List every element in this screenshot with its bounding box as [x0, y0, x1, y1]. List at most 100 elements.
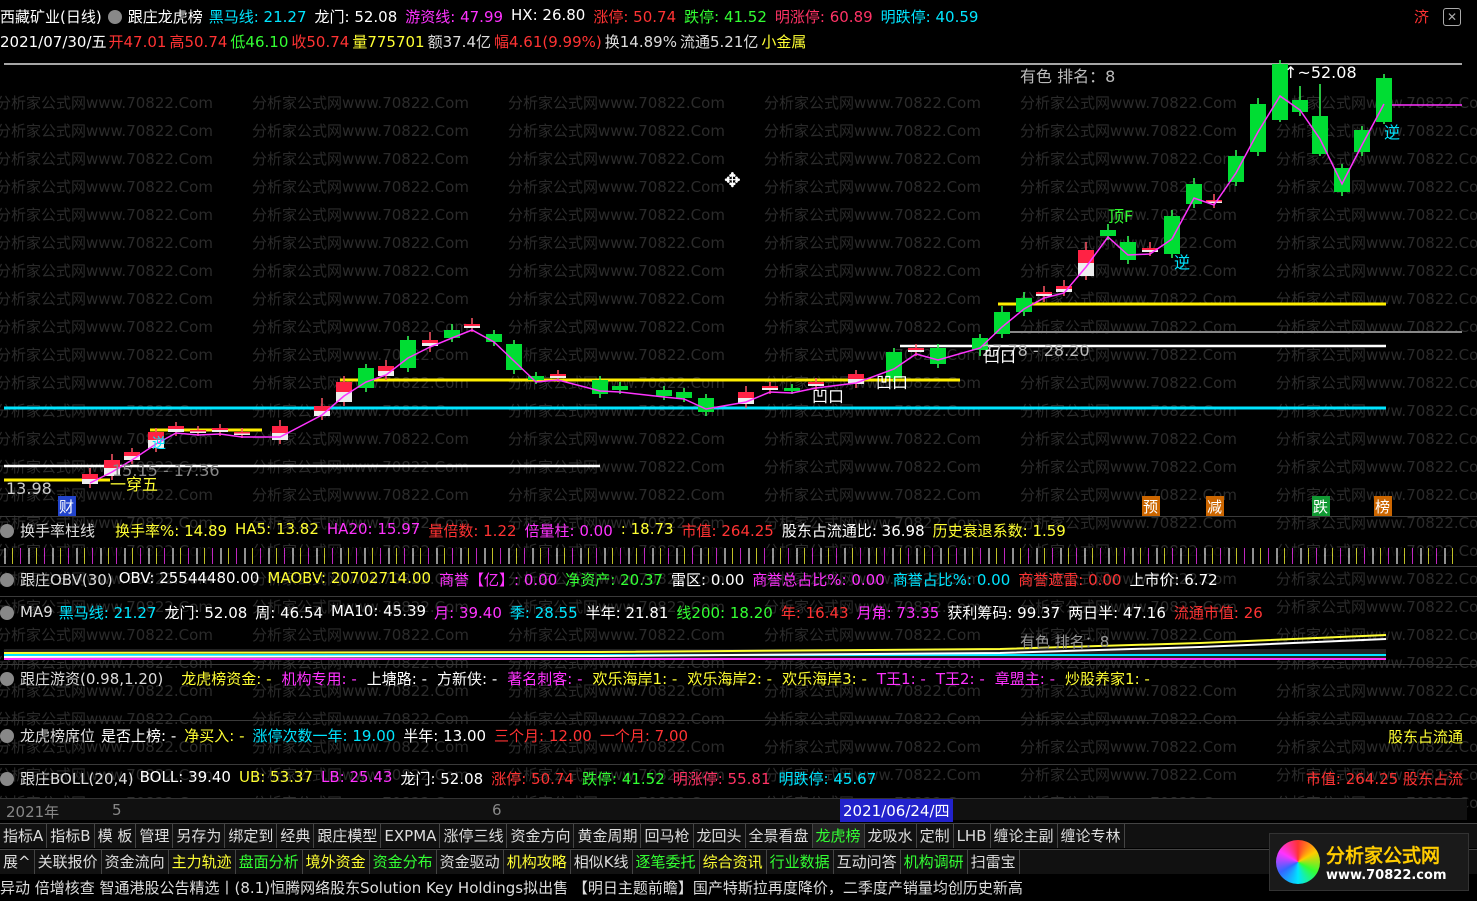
obv-values: OBV: 25544480.00 MAOBV: 20702714.00 商誉【亿】:…	[119, 569, 1226, 590]
dropdown-circle-icon[interactable]	[107, 10, 122, 24]
candle-body	[612, 386, 628, 390]
tab-EXPMA[interactable]: EXPMA	[381, 824, 441, 848]
value-item: 周: 46.54	[255, 603, 324, 622]
value-item: 高50.74	[169, 32, 228, 51]
value-item: 欢乐海岸3: -	[782, 669, 867, 688]
tab-模 板[interactable]: 模 板	[94, 824, 137, 848]
tab-指标A[interactable]: 指标A	[0, 824, 48, 848]
lhb-values: 是否上榜: - 净买入: - 涨停次数一年: 19.00 半年: 13.00 三个月: …	[101, 725, 696, 746]
toggle-circle-icon[interactable]	[0, 729, 14, 743]
ma9-row: MA9 黑马线: 21.27 龙门: 52.08 周: 46.54 MA10: 45.…	[0, 600, 1277, 624]
tab-绑定到[interactable]: 绑定到	[225, 824, 278, 848]
tab-展^[interactable]: 展^	[0, 850, 35, 874]
toggle-circle-icon[interactable]	[0, 524, 14, 538]
watermark-text: 分析家公式网www.70822.Com	[1276, 682, 1477, 700]
value-item: 获利筹码: 99.37	[947, 603, 1061, 622]
turnover-name[interactable]: 换手率柱线	[20, 520, 95, 541]
close-icon[interactable]: ✕	[1443, 8, 1461, 26]
tab-龙回头[interactable]: 龙回头	[693, 824, 746, 848]
value-item: 流通5.21亿	[679, 32, 759, 51]
value-item: 量775701	[352, 32, 425, 51]
tab-综合资讯[interactable]: 综合资讯	[699, 850, 767, 874]
tab-互动问答[interactable]: 互动问答	[833, 850, 901, 874]
tab-缠论专林[interactable]: 缠论专林	[1057, 824, 1125, 848]
value-item: 明跌停: 45.67	[778, 769, 877, 788]
timeline-month-6: 6	[492, 801, 502, 819]
kline-chart[interactable]: ↑~52.08有色 排名：827.78 - 28.2015.15 - 17.36…	[0, 56, 1470, 516]
ma-rank-label: 有色 排名：8	[1020, 633, 1109, 651]
indicator-name[interactable]: 跟庄龙虎榜	[128, 6, 203, 27]
tab-管理[interactable]: 管理	[136, 824, 174, 848]
tab-指标B[interactable]: 指标B	[47, 824, 95, 848]
tab-主力轨迹[interactable]: 主力轨迹	[168, 850, 236, 874]
sector-rank-label: 有色 排名：8	[1020, 67, 1115, 86]
tab-资金驱动[interactable]: 资金驱动	[436, 850, 504, 874]
value-item: 章盟主: -	[994, 669, 1056, 688]
tab-龙虎榜[interactable]: 龙虎榜	[812, 824, 865, 848]
toggle-circle-icon[interactable]	[0, 672, 14, 686]
candle-body-highlight	[550, 376, 566, 378]
candle-body-highlight	[234, 433, 250, 435]
tab-盘面分析[interactable]: 盘面分析	[235, 850, 303, 874]
value-item: 小金属	[761, 32, 807, 51]
tab-扫雷宝[interactable]: 扫雷宝	[967, 850, 1020, 874]
youzi-name[interactable]: 跟庄游资(0.98,1.20)	[20, 668, 163, 689]
signal-label: 凹口	[812, 387, 844, 406]
value-item: 雷区: 0.00	[671, 570, 745, 589]
candle-body	[1228, 156, 1244, 182]
tab-定制[interactable]: 定制	[916, 824, 954, 848]
timeline-cursor-date: 2021/06/24/四	[840, 799, 953, 822]
candle-body	[1250, 104, 1266, 152]
value-item: HA20: 15.97	[326, 519, 421, 538]
tab-全景看盘[interactable]: 全景看盘	[745, 824, 813, 848]
obv-name[interactable]: 跟庄OBV(30)	[20, 569, 113, 590]
toggle-circle-icon[interactable]	[0, 573, 14, 587]
tab-跟庄模型[interactable]: 跟庄模型	[314, 824, 382, 848]
tab-行业数据[interactable]: 行业数据	[766, 850, 834, 874]
toggle-circle-icon[interactable]	[0, 606, 14, 620]
tab-缠论主副[interactable]: 缠论主副	[990, 824, 1058, 848]
signal-cai: 财	[59, 498, 74, 516]
value-item: 历史衰退系数: 1.59	[932, 521, 1066, 540]
value-item: 两日半: 47.16	[1068, 603, 1166, 622]
tab-相似K线[interactable]: 相似K线	[570, 850, 633, 874]
news-ticker[interactable]: 异动 倍增核查 智通港股公告精选丨(8.1)恒腾网络股东Solution Key…	[0, 876, 1477, 901]
timeline-bar: 2021年 5 6 2021/06/24/四	[0, 798, 1467, 822]
candle-body	[676, 392, 692, 398]
tab-涨停三线[interactable]: 涨停三线	[440, 824, 508, 848]
tab-逐笔委托[interactable]: 逐笔委托	[632, 850, 700, 874]
signal-label: 凹口	[876, 373, 908, 392]
tab-LHB[interactable]: LHB	[953, 824, 991, 848]
value-item: 龙门: 52.08	[314, 7, 398, 26]
tab-资金流向[interactable]: 资金流向	[101, 850, 169, 874]
tab-回马枪[interactable]: 回马枪	[641, 824, 694, 848]
tab-另存为[interactable]: 另存为	[173, 824, 226, 848]
tab-经典[interactable]: 经典	[277, 824, 315, 848]
value-item: 换14.89%	[604, 32, 677, 51]
logo-name: 分析家公式网	[1326, 845, 1441, 867]
tab-龙吸水[interactable]: 龙吸水	[864, 824, 917, 848]
ma9-name[interactable]: MA9	[20, 603, 53, 621]
turnover-bars	[4, 548, 1457, 564]
tab-机构调研[interactable]: 机构调研	[900, 850, 968, 874]
tab-机构攻略[interactable]: 机构攻略	[503, 850, 571, 874]
signal-yu: 预	[1143, 498, 1158, 516]
value-item: 额37.4亿	[427, 32, 491, 51]
candle-body	[784, 388, 800, 391]
toggle-circle-icon[interactable]	[0, 772, 14, 786]
value-item: 季: 28.55	[509, 603, 578, 622]
tab-关联报价[interactable]: 关联报价	[34, 850, 102, 874]
tab-资金分布[interactable]: 资金分布	[369, 850, 437, 874]
boll-name[interactable]: 跟庄BOLL(20,4)	[20, 768, 134, 789]
candle-body-highlight	[1036, 294, 1052, 296]
tab-资金方向[interactable]: 资金方向	[507, 824, 575, 848]
tab-境外资金[interactable]: 境外资金	[302, 850, 370, 874]
tab-黄金周期[interactable]: 黄金周期	[574, 824, 642, 848]
stock-title[interactable]: 西藏矿业(日线)	[0, 6, 102, 27]
value-item: 商誉【亿】: 0.00	[439, 570, 558, 589]
youzi-row: 跟庄游资(0.98,1.20) 龙虎榜资金: - 机构专用: - 上塘路: - 方新侠…	[0, 666, 1166, 690]
lhb-name[interactable]: 龙虎榜席位	[20, 725, 95, 746]
ma9-values: 黑马线: 21.27 龙门: 52.08 周: 46.54 MA10: 45.39 月:…	[59, 602, 1271, 623]
value-item: 幅4.61(9.99%)	[494, 32, 602, 51]
value-item: 跌停: 41.52	[581, 769, 665, 788]
